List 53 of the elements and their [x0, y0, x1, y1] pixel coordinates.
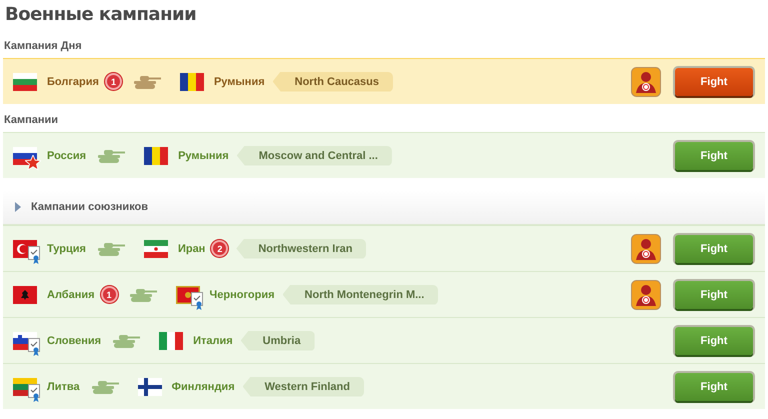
count-badge: 2 — [211, 240, 228, 257]
fight-button[interactable]: Fight — [675, 326, 753, 354]
certificate-icon — [190, 292, 203, 310]
target-icon[interactable] — [631, 66, 661, 96]
flag-icon — [138, 378, 162, 396]
target-icon[interactable] — [631, 280, 661, 310]
country-name[interactable]: Финляндия — [172, 380, 235, 392]
flag-icon — [180, 72, 204, 90]
tank-icon — [90, 380, 120, 394]
fight-button[interactable]: Fight — [675, 280, 753, 308]
country-name[interactable]: Румыния — [178, 150, 229, 162]
region-tag: Northwestern Iran — [236, 238, 366, 258]
fight-button[interactable]: Fight — [675, 142, 753, 170]
fight-button[interactable]: Fight — [675, 68, 753, 96]
section-title: Кампании — [3, 113, 60, 128]
count-badge: 1 — [100, 286, 118, 303]
region-tag: Umbria — [240, 330, 315, 350]
country-name[interactable]: Черногория — [210, 288, 275, 300]
flag-icon — [144, 146, 168, 164]
tank-icon — [132, 74, 162, 88]
country-name[interactable]: Албания — [47, 288, 95, 300]
star-icon — [25, 154, 41, 170]
country-name[interactable]: Болгария — [47, 76, 99, 88]
tank-icon — [128, 288, 158, 302]
target-icon[interactable] — [631, 234, 661, 264]
count-badge: 1 — [104, 73, 122, 90]
flag-icon — [159, 332, 184, 350]
page-title: Военные кампании — [4, 3, 198, 27]
country-name[interactable]: Литва — [47, 380, 80, 392]
country-name[interactable]: Румыния — [214, 76, 265, 88]
tank-icon — [96, 148, 126, 162]
section-title: Кампании союзников — [31, 201, 148, 213]
flag-icon — [144, 240, 168, 258]
country-name[interactable]: Италия — [193, 334, 233, 346]
country-name[interactable]: Турция — [47, 242, 86, 254]
country-name[interactable]: Россия — [47, 150, 86, 162]
fight-button[interactable]: Fight — [675, 372, 753, 400]
section-title: Кампания Дня — [3, 39, 83, 54]
flag-icon — [13, 72, 37, 90]
region-tag: Western Finland — [242, 376, 364, 396]
tank-icon — [96, 242, 126, 256]
region-tag: North Montenegrin M... — [282, 284, 438, 304]
certificate-icon — [28, 338, 40, 356]
tank-icon — [111, 334, 142, 348]
country-name[interactable]: Словения — [47, 334, 102, 346]
certificate-icon — [28, 384, 40, 402]
expand-arrow-icon[interactable] — [15, 202, 21, 212]
country-name[interactable]: Иран — [178, 242, 206, 254]
region-tag: North Caucasus — [272, 72, 393, 92]
fight-button[interactable]: Fight — [675, 234, 753, 262]
flag-icon — [13, 286, 37, 304]
certificate-icon — [28, 246, 40, 264]
region-tag: Moscow and Central ... — [236, 146, 392, 166]
